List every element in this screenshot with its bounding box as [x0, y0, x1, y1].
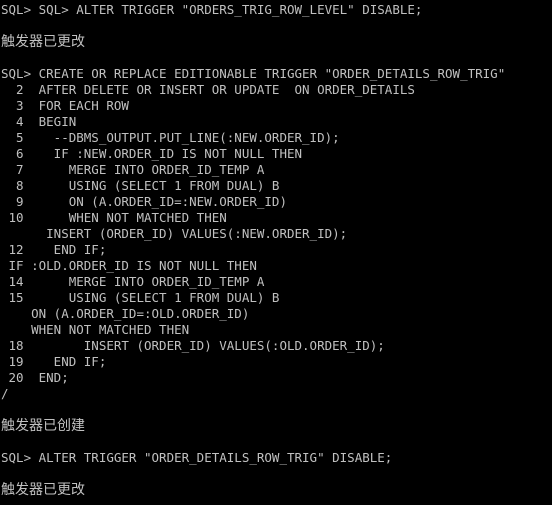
console-line: 7 MERGE INTO ORDER_ID_TEMP A: [1, 162, 265, 177]
console-line: 5 --DBMS_OUTPUT.PUT_LINE(:NEW.ORDER_ID);: [1, 130, 340, 145]
console-line: /: [1, 386, 9, 401]
console-line: 8 USING (SELECT 1 FROM DUAL) B: [1, 178, 280, 193]
console-line: 19 END IF;: [1, 354, 107, 369]
console-line: 18 INSERT (ORDER_ID) VALUES(:OLD.ORDER_I…: [1, 338, 385, 353]
console-line: SQL> CREATE OR REPLACE EDITIONABLE TRIGG…: [1, 66, 506, 81]
status-message: 触发器已更改: [1, 34, 85, 50]
console-line: 3 FOR EACH ROW: [1, 98, 129, 113]
console-line: SQL> SQL> ALTER TRIGGER "ORDERS_TRIG_ROW…: [1, 2, 423, 17]
console-line: 14 MERGE INTO ORDER_ID_TEMP A: [1, 274, 265, 289]
status-message: 触发器已更改: [1, 482, 85, 498]
console-line: SQL> ALTER TRIGGER "ORDER_DETAILS_ROW_TR…: [1, 450, 393, 465]
console-line: WHEN NOT MATCHED THEN: [1, 322, 190, 337]
console-line: IF :OLD.ORDER_ID IS NOT NULL THEN: [1, 258, 257, 273]
console-line: 2 AFTER DELETE OR INSERT OR UPDATE ON OR…: [1, 82, 415, 97]
console-line: 4 BEGIN: [1, 114, 77, 129]
console-line: ON (A.ORDER_ID=:OLD.ORDER_ID): [1, 306, 250, 321]
console-line: 20 END;: [1, 370, 69, 385]
terminal-console[interactable]: SQL> SQL> ALTER TRIGGER "ORDERS_TRIG_ROW…: [0, 0, 552, 505]
console-line: 10 WHEN NOT MATCHED THEN: [1, 210, 227, 225]
status-message: 触发器已创建: [1, 418, 85, 434]
console-line: 12 END IF;: [1, 242, 107, 257]
console-line: 9 ON (A.ORDER_ID=:NEW.ORDER_ID): [1, 194, 287, 209]
console-line: 6 IF :NEW.ORDER_ID IS NOT NULL THEN: [1, 146, 303, 161]
console-line: 15 USING (SELECT 1 FROM DUAL) B: [1, 290, 280, 305]
console-line: INSERT (ORDER_ID) VALUES(:NEW.ORDER_ID);: [1, 226, 348, 241]
